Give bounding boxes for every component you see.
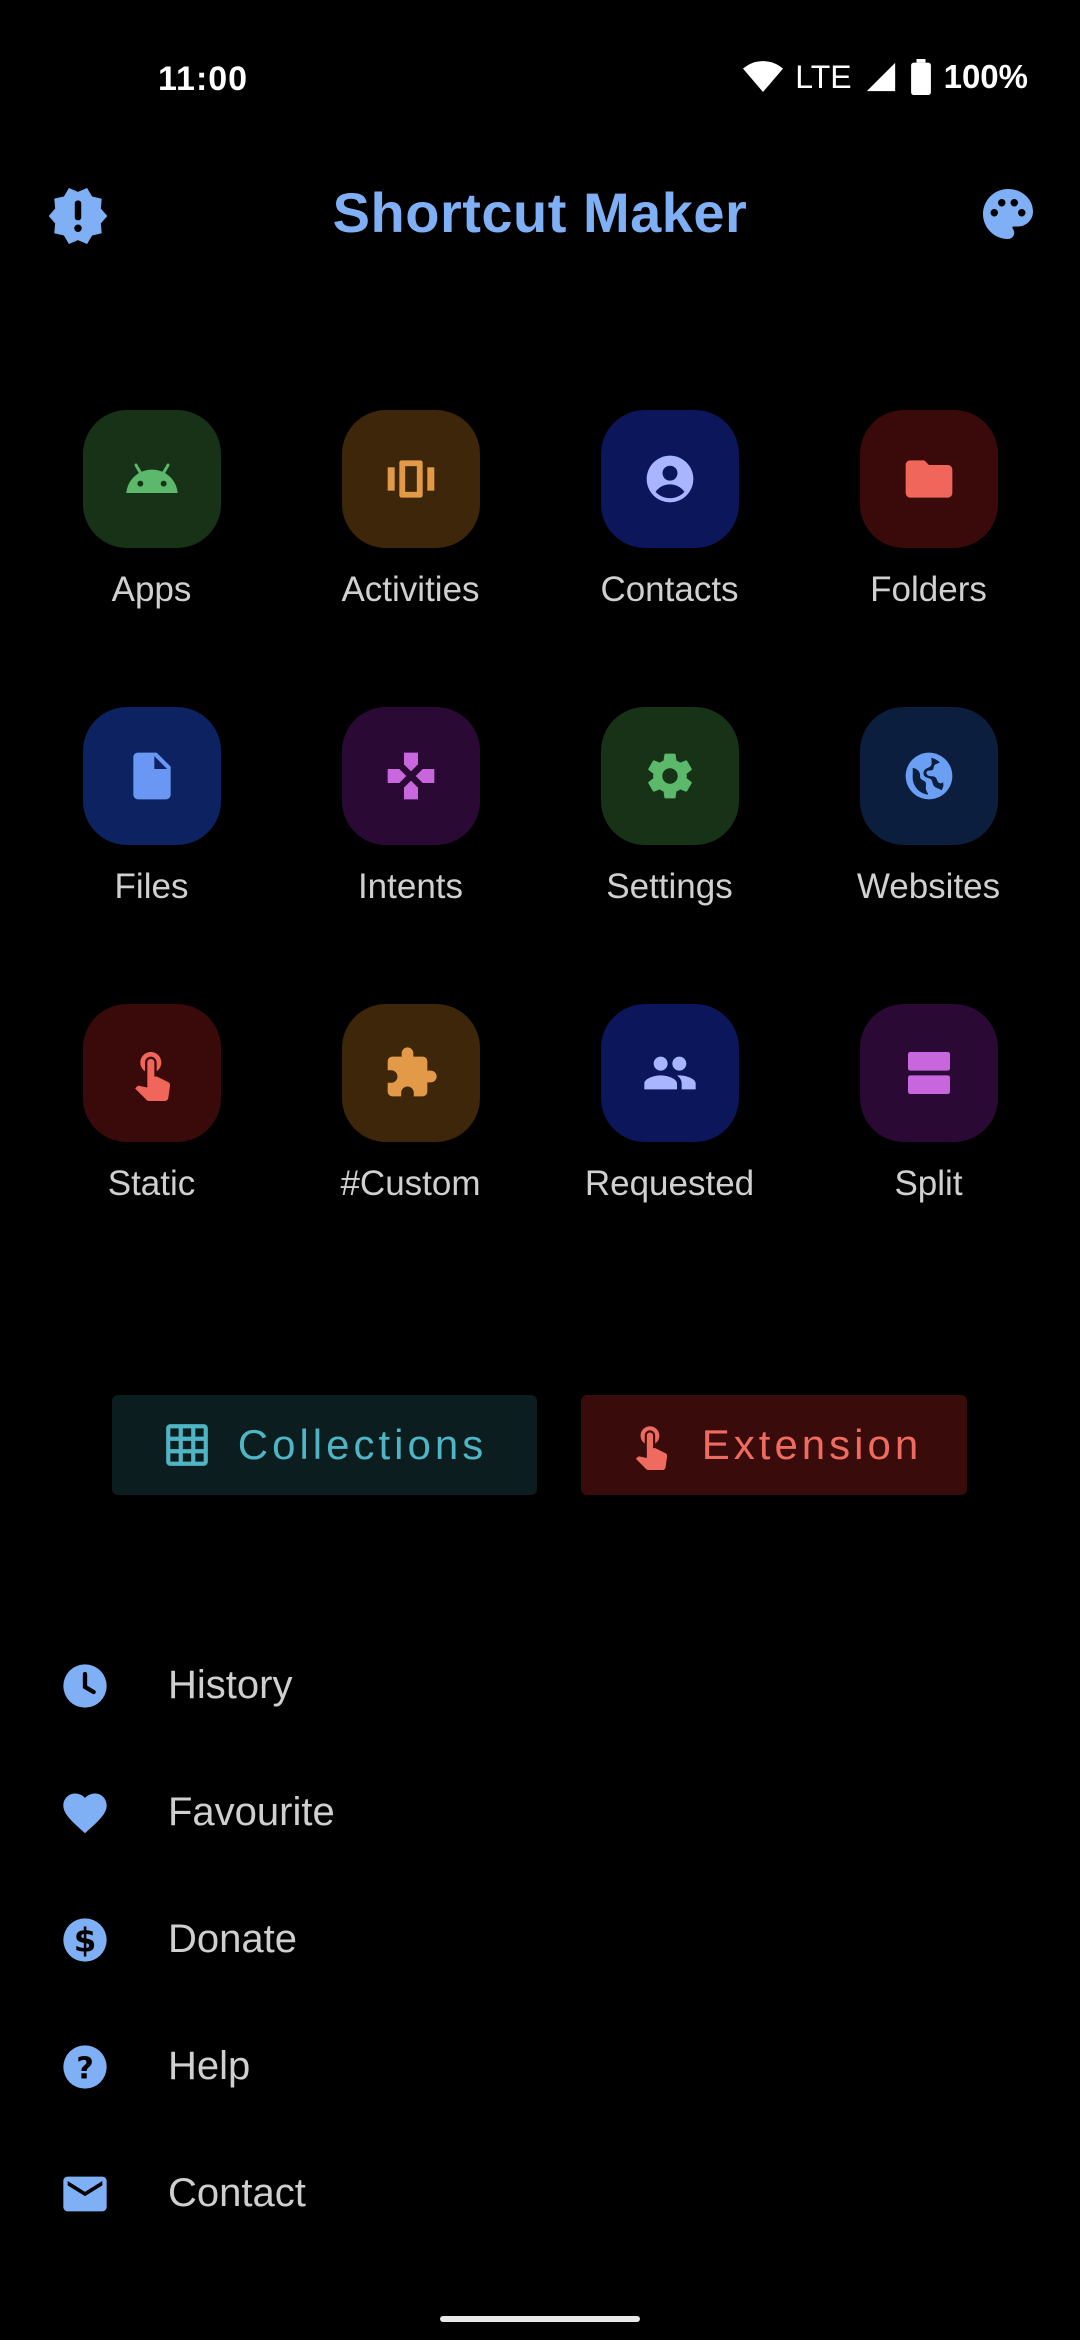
tile-requested[interactable]: Requested <box>540 1004 799 1301</box>
help-icon: ? <box>58 2040 112 2094</box>
tile-label: #Custom <box>340 1164 481 1203</box>
tile-label: Split <box>894 1164 963 1203</box>
menu-item-label: Help <box>168 2044 251 2088</box>
network-type: LTE <box>795 58 852 95</box>
tile-custom[interactable]: #Custom <box>281 1004 540 1301</box>
signal-icon <box>866 62 895 92</box>
theme-palette-button[interactable] <box>978 184 1042 248</box>
tile-intents[interactable]: Intents <box>281 707 540 1004</box>
menu-item-label: History <box>168 1663 293 1707</box>
tile-icon-bg <box>82 1004 221 1142</box>
menu-item-label: Donate <box>168 1917 297 1961</box>
app-title: Shortcut Maker <box>332 181 748 244</box>
battery-icon <box>910 59 931 95</box>
tile-folders[interactable]: Folders <box>799 410 1058 707</box>
menu-item-history[interactable]: History <box>0 1622 1080 1749</box>
tile-label: Files <box>114 867 189 906</box>
collections-label: Collections <box>237 1421 488 1468</box>
status-bar: 11:00 LTE 100% <box>0 0 1080 170</box>
gear-icon <box>647 753 692 799</box>
tile-apps[interactable]: Apps <box>22 410 281 707</box>
clock-icon <box>58 1659 112 1713</box>
tile-icon-bg <box>859 707 998 845</box>
tile-label: Settings <box>606 867 733 906</box>
tile-icon-bg <box>600 1004 739 1142</box>
tile-label: Websites <box>856 867 1001 906</box>
tile-icon-bg <box>859 410 998 548</box>
menu-item-label: Contact <box>168 2171 306 2215</box>
tile-label: Intents <box>357 867 464 906</box>
tile-icon-bg <box>600 707 739 845</box>
dollar-icon: $ <box>58 1913 112 1967</box>
home-indicator[interactable] <box>440 2316 640 2322</box>
tile-split[interactable]: Split <box>799 1004 1058 1301</box>
wifi-icon <box>743 61 784 92</box>
tile-websites[interactable]: Websites <box>799 707 1058 1004</box>
tile-label: Requested <box>584 1164 755 1203</box>
tile-icon-bg <box>82 707 221 845</box>
puzzle-icon <box>387 1047 437 1097</box>
globe-icon <box>905 752 952 800</box>
touch-icon <box>635 1426 667 1470</box>
tile-icon-bg <box>82 410 221 548</box>
tile-icon-bg <box>341 410 480 548</box>
palette-icon <box>983 189 1033 239</box>
split-icon <box>907 1052 950 1094</box>
tile-static[interactable]: Static <box>22 1004 281 1301</box>
android-icon <box>125 463 178 493</box>
status-icons: LTE 100% <box>743 58 1028 96</box>
menu-list: History Favourite $ Donate ? Help Contac… <box>0 1622 1080 2257</box>
menu-item-contact[interactable]: Contact <box>0 2130 1080 2257</box>
extension-button[interactable]: Extension <box>581 1395 967 1495</box>
tile-files[interactable]: Files <box>22 707 281 1004</box>
tile-label: Apps <box>111 570 192 609</box>
svg-text:?: ? <box>76 2051 94 2086</box>
top-app-bar: Shortcut Maker <box>0 170 1080 260</box>
folder-icon <box>905 460 952 498</box>
status-time: 11:00 <box>158 60 249 98</box>
intent-icon <box>387 752 434 800</box>
tile-label: Static <box>107 1164 196 1203</box>
tile-label: Activities <box>341 570 480 609</box>
carousel-icon <box>387 460 434 498</box>
extension-label: Extension <box>701 1421 923 1468</box>
battery-percent: 100% <box>943 58 1028 95</box>
menu-item-donate[interactable]: $ Donate <box>0 1876 1080 2003</box>
tile-label: Folders <box>870 570 987 609</box>
tile-contacts[interactable]: Contacts <box>540 410 799 707</box>
account-circle-icon <box>646 455 693 503</box>
people-icon <box>643 1056 696 1090</box>
tile-icon-bg <box>859 1004 998 1142</box>
svg-text:$: $ <box>74 1921 97 1959</box>
tile-activities[interactable]: Activities <box>281 410 540 707</box>
menu-item-favourite[interactable]: Favourite <box>0 1749 1080 1876</box>
tile-icon-bg <box>341 707 480 845</box>
touch-icon <box>134 1052 170 1101</box>
file-icon <box>132 752 171 800</box>
mail-icon <box>58 2167 112 2221</box>
tile-icon-bg <box>600 410 739 548</box>
shortcut-type-grid: Apps Activities Contacts Folders Files I… <box>22 410 1058 1301</box>
tile-settings[interactable]: Settings <box>540 707 799 1004</box>
grid-icon <box>165 1424 208 1466</box>
tile-icon-bg <box>341 1004 480 1142</box>
menu-item-label: Favourite <box>168 1790 335 1834</box>
heart-icon <box>58 1786 112 1840</box>
collections-button[interactable]: Collections <box>112 1395 537 1495</box>
menu-item-help[interactable]: ? Help <box>0 2003 1080 2130</box>
tile-label: Contacts <box>600 570 739 609</box>
